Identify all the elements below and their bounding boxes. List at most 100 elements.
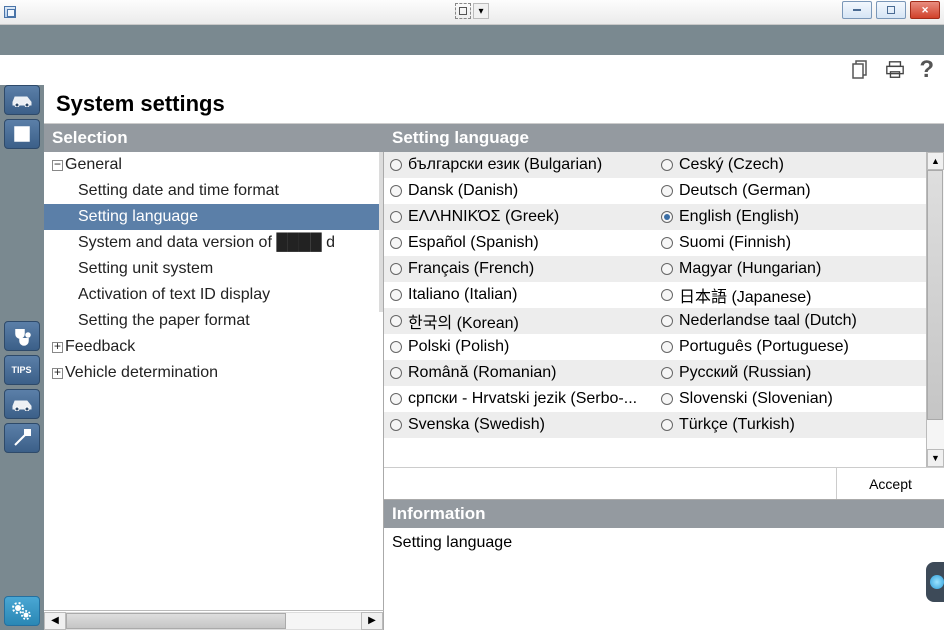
language-label: Français (French) bbox=[408, 260, 534, 278]
tree-node-datetime[interactable]: Setting date and time format bbox=[44, 178, 383, 204]
language-option[interactable]: 한국의 (Korean) bbox=[384, 308, 655, 334]
radio-icon[interactable] bbox=[390, 367, 402, 379]
language-option[interactable]: Français (French) bbox=[384, 256, 655, 282]
accept-button[interactable]: Accept bbox=[836, 468, 944, 499]
radio-icon[interactable] bbox=[661, 159, 673, 171]
sidebar-stethoscope-icon[interactable] bbox=[4, 321, 40, 351]
remote-support-icon[interactable] bbox=[926, 562, 944, 602]
language-option[interactable]: Polski (Polish) bbox=[384, 334, 655, 360]
radio-icon[interactable] bbox=[390, 211, 402, 223]
language-option[interactable]: Nederlandse taal (Dutch) bbox=[655, 308, 926, 334]
language-option[interactable]: Русский (Russian) bbox=[655, 360, 926, 386]
close-button[interactable]: ✕ bbox=[910, 1, 940, 19]
tree-node-general[interactable]: −General bbox=[44, 152, 383, 178]
radio-icon[interactable] bbox=[661, 211, 673, 223]
chevron-down-icon[interactable]: ▾ bbox=[473, 3, 489, 19]
print-icon[interactable] bbox=[885, 59, 905, 81]
language-option[interactable]: 日本語 (Japanese) bbox=[655, 282, 926, 308]
sidebar-vehicle2-icon[interactable] bbox=[4, 389, 40, 419]
language-label: Magyar (Hungarian) bbox=[679, 260, 821, 278]
fullscreen-icon[interactable] bbox=[455, 3, 471, 19]
scroll-thumb[interactable] bbox=[927, 170, 943, 420]
setting-language-header: Setting language bbox=[384, 124, 944, 152]
sidebar-screwdriver-icon[interactable] bbox=[4, 423, 40, 453]
radio-icon[interactable] bbox=[390, 237, 402, 249]
tree-label: Vehicle determination bbox=[65, 364, 218, 382]
horizontal-scrollbar[interactable]: ◀ ▶ bbox=[44, 610, 384, 630]
information-body: Setting language bbox=[384, 528, 944, 630]
tree-node-language[interactable]: Setting language bbox=[44, 204, 383, 230]
radio-icon[interactable] bbox=[661, 419, 673, 431]
language-option[interactable]: Română (Romanian) bbox=[384, 360, 655, 386]
top-toolbar: ? bbox=[0, 55, 944, 85]
scroll-right-icon[interactable]: ▶ bbox=[361, 612, 383, 630]
language-option[interactable]: српски - Hrvatski jezik (Serbo-... bbox=[384, 386, 655, 412]
language-option[interactable]: English (English) bbox=[655, 204, 926, 230]
vertical-scrollbar[interactable]: ▲ ▼ bbox=[926, 152, 944, 467]
tree-label: Setting unit system bbox=[78, 260, 213, 278]
tree-node-paper[interactable]: Setting the paper format bbox=[44, 308, 383, 334]
language-option[interactable]: Deutsch (German) bbox=[655, 178, 926, 204]
radio-icon[interactable] bbox=[661, 341, 673, 353]
language-label: Svenska (Swedish) bbox=[408, 416, 545, 434]
scroll-down-icon[interactable]: ▼ bbox=[927, 449, 944, 467]
sidebar-document-icon[interactable] bbox=[4, 119, 40, 149]
sidebar-settings-icon[interactable] bbox=[4, 596, 40, 626]
language-label: български език (Bulgarian) bbox=[408, 156, 602, 174]
language-option[interactable]: Español (Spanish) bbox=[384, 230, 655, 256]
radio-icon[interactable] bbox=[390, 159, 402, 171]
sidebar-vehicle-icon[interactable] bbox=[4, 85, 40, 115]
radio-icon[interactable] bbox=[661, 393, 673, 405]
radio-icon[interactable] bbox=[390, 393, 402, 405]
copy-icon[interactable] bbox=[851, 59, 871, 81]
radio-icon[interactable] bbox=[661, 185, 673, 197]
tree-node-unit[interactable]: Setting unit system bbox=[44, 256, 383, 282]
information-header: Information bbox=[384, 500, 944, 528]
language-option[interactable]: Magyar (Hungarian) bbox=[655, 256, 926, 282]
radio-icon[interactable] bbox=[390, 289, 402, 301]
radio-icon[interactable] bbox=[390, 315, 402, 327]
scroll-thumb[interactable] bbox=[66, 613, 286, 629]
scroll-left-icon[interactable]: ◀ bbox=[44, 612, 66, 630]
radio-icon[interactable] bbox=[390, 185, 402, 197]
radio-icon[interactable] bbox=[390, 263, 402, 275]
scroll-up-icon[interactable]: ▲ bbox=[927, 152, 944, 170]
language-option[interactable]: Português (Portuguese) bbox=[655, 334, 926, 360]
language-label: Español (Spanish) bbox=[408, 234, 539, 252]
selection-tree[interactable]: −General Setting date and time format Se… bbox=[44, 152, 384, 610]
radio-icon[interactable] bbox=[661, 237, 673, 249]
language-option[interactable]: български език (Bulgarian) bbox=[384, 152, 655, 178]
minimize-button[interactable] bbox=[842, 1, 872, 19]
radio-icon[interactable] bbox=[661, 367, 673, 379]
language-option[interactable]: Italiano (Italian) bbox=[384, 282, 655, 308]
radio-icon[interactable] bbox=[661, 315, 673, 327]
language-option[interactable]: Svenska (Swedish) bbox=[384, 412, 655, 438]
language-label: Slovenski (Slovenian) bbox=[679, 390, 833, 408]
language-label: Русский (Russian) bbox=[679, 364, 811, 382]
page-title: System settings bbox=[44, 85, 944, 124]
language-label: Dansk (Danish) bbox=[408, 182, 518, 200]
language-label: Türkçe (Turkish) bbox=[679, 416, 795, 434]
language-option[interactable]: Dansk (Danish) bbox=[384, 178, 655, 204]
radio-icon[interactable] bbox=[390, 419, 402, 431]
window-restore-icon bbox=[4, 6, 16, 18]
maximize-button[interactable] bbox=[876, 1, 906, 19]
help-icon[interactable]: ? bbox=[919, 56, 934, 84]
language-option[interactable]: Ceský (Czech) bbox=[655, 152, 926, 178]
tree-node-textid[interactable]: Activation of text ID display bbox=[44, 282, 383, 308]
language-option[interactable]: ΕΛΛΗΝΙΚΌΣ (Greek) bbox=[384, 204, 655, 230]
language-label: Suomi (Finnish) bbox=[679, 234, 791, 252]
radio-icon[interactable] bbox=[390, 341, 402, 353]
language-label: 한국의 (Korean) bbox=[408, 309, 519, 333]
titlebar: ▾ ✕ bbox=[0, 0, 944, 25]
tree-node-version[interactable]: System and data version of ████ d bbox=[44, 230, 383, 256]
radio-icon[interactable] bbox=[661, 263, 673, 275]
language-option[interactable]: Türkçe (Turkish) bbox=[655, 412, 926, 438]
tree-node-vehicle[interactable]: +Vehicle determination bbox=[44, 360, 383, 386]
sidebar-tips-button[interactable]: TIPS bbox=[4, 355, 40, 385]
radio-icon[interactable] bbox=[661, 289, 673, 301]
language-option[interactable]: Slovenski (Slovenian) bbox=[655, 386, 926, 412]
language-option[interactable]: Suomi (Finnish) bbox=[655, 230, 926, 256]
language-label: Italiano (Italian) bbox=[408, 286, 517, 304]
tree-node-feedback[interactable]: +Feedback bbox=[44, 334, 383, 360]
